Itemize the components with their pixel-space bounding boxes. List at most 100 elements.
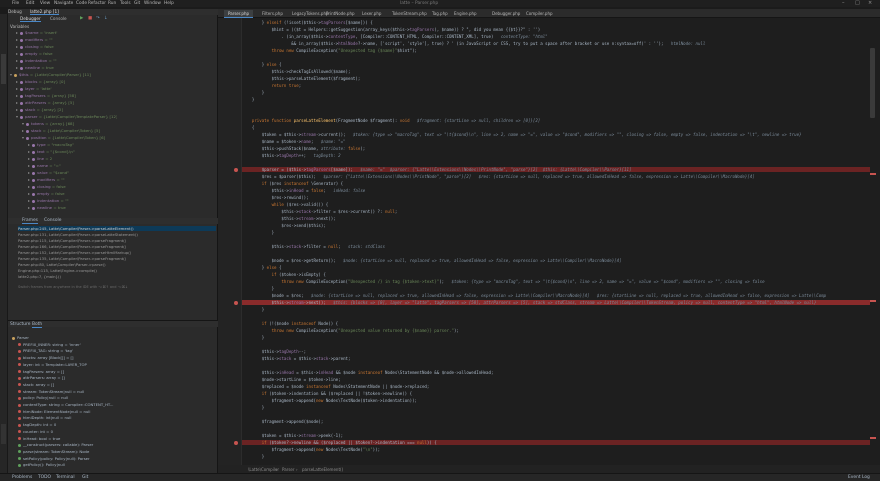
code-line[interactable]: if ($res instanceof \Generator) { bbox=[242, 181, 880, 186]
maximize-icon[interactable]: □ bbox=[855, 0, 860, 6]
code-line[interactable] bbox=[242, 237, 880, 242]
debug-session-tab[interactable]: latte2.php [1] bbox=[30, 9, 59, 15]
breadcrumb-class[interactable]: Parser bbox=[282, 467, 295, 472]
stack-frame-row[interactable]: Parser.php:152, Latte\Compiler\Parser->p… bbox=[18, 250, 216, 255]
variable-row[interactable]: ▸ type = "macroTag" bbox=[28, 142, 74, 148]
editor-tab[interactable]: Tag.php bbox=[428, 10, 452, 18]
breadcrumb-namespace[interactable]: \Latte\Compiler bbox=[248, 467, 279, 472]
structure-item[interactable]: parse(stream: TokenStream): Node bbox=[18, 449, 222, 454]
menu-item-edit[interactable]: Edit bbox=[26, 1, 34, 6]
structure-item[interactable]: policy: Policy|null = null bbox=[18, 395, 222, 400]
code-line[interactable] bbox=[242, 160, 880, 165]
structure-item[interactable]: PREFIX_TAG: string = 'tag' bbox=[18, 348, 222, 353]
code-line[interactable]: throw new CompileException("Unexpected /… bbox=[242, 279, 880, 284]
code-line[interactable]: $node = $res->getReturn(); $node: {start… bbox=[242, 258, 880, 263]
code-line[interactable]: } elseif (!isset($this->tagParsers[$name… bbox=[242, 20, 880, 25]
code-line[interactable]: throw new CompileException("Unexpected t… bbox=[242, 48, 880, 53]
editor-tab[interactable]: Compiler.php bbox=[522, 10, 557, 18]
code-line[interactable]: } bbox=[242, 335, 880, 340]
structure-item[interactable]: counter: int = 0 bbox=[18, 429, 222, 434]
editor-tab[interactable]: TokenStream.php bbox=[388, 10, 431, 18]
code-line[interactable]: } bbox=[242, 90, 880, 95]
code-line[interactable]: $fragment->append($node); bbox=[242, 419, 880, 424]
debug-tool-window-button[interactable] bbox=[1, 54, 6, 84]
code-line[interactable]: $this->inHead = $this->inHead && $node i… bbox=[242, 370, 880, 375]
code-line[interactable]: if (!($node instanceof Node)) { bbox=[242, 321, 880, 326]
stop-icon[interactable]: ■ bbox=[88, 16, 92, 21]
code-line[interactable]: } else { bbox=[242, 62, 880, 67]
structure-item[interactable]: htmlNode: ElementNode|null = null bbox=[18, 409, 222, 414]
code-line[interactable]: $this->stack->filter = null; stack: stdC… bbox=[242, 244, 880, 249]
stack-frame-row[interactable]: Parser.php:131, Latte\Compiler\Parser->p… bbox=[18, 232, 216, 237]
code-line[interactable] bbox=[242, 412, 880, 417]
variable-row[interactable]: ▸ layer = 'latte' bbox=[16, 86, 52, 92]
close-icon[interactable]: × bbox=[868, 0, 872, 6]
structure-item[interactable]: blocks: array [Block[]] = [] bbox=[18, 355, 222, 360]
code-line[interactable]: $this->stack->filter = $res->current() ?… bbox=[242, 209, 880, 214]
code-editor[interactable]: } elseif (!isset($this->tagParsers[$name… bbox=[218, 18, 880, 465]
variable-row[interactable]: ▸ text = "{$cond}\n" bbox=[28, 149, 75, 155]
variable-row[interactable]: ▸ closing = false bbox=[28, 184, 66, 190]
code-line[interactable]: $replaced = $node instanceof Nodes\State… bbox=[242, 384, 880, 389]
structure-item[interactable]: setPolicy(policy: Policy|null): Parser bbox=[18, 456, 222, 461]
variable-row[interactable]: ▸ value = "$cond" bbox=[28, 170, 69, 176]
code-line[interactable]: private function parseLatteElement(Fragm… bbox=[242, 118, 880, 123]
editor-tab[interactable]: PrintNode.php bbox=[322, 10, 359, 18]
stack-frame-row[interactable]: Parser.php:245, Latte\Compiler\Parser->p… bbox=[18, 226, 216, 232]
code-line[interactable] bbox=[242, 426, 880, 431]
code-line[interactable] bbox=[242, 342, 880, 347]
stack-frame-row[interactable]: Parser.php:135, Latte\Compiler\Parser->p… bbox=[18, 256, 216, 261]
code-line[interactable]: $node->startLine = $token->line; bbox=[242, 377, 880, 382]
variable-row[interactable]: ▸ newline = true bbox=[16, 65, 54, 71]
tab-terminal[interactable]: Terminal bbox=[56, 475, 75, 480]
structure-item[interactable]: attrParsers: array = [] bbox=[18, 375, 222, 380]
structure-item[interactable]: htmlDepth: int|null = null bbox=[18, 415, 222, 420]
tab-debugger[interactable]: Debugger bbox=[20, 16, 41, 22]
editor-scrollbar[interactable] bbox=[870, 48, 875, 118]
structure-item[interactable]: Parser bbox=[12, 335, 216, 340]
variable-row[interactable]: ▸ closing = false bbox=[16, 44, 54, 50]
breakpoint-icon[interactable] bbox=[234, 440, 238, 445]
minimize-icon[interactable]: – bbox=[842, 0, 845, 6]
code-line[interactable]: $fragment->append(new Nodes\TextNode($to… bbox=[242, 398, 880, 403]
variable-row[interactable]: ▸ empty = false bbox=[16, 51, 53, 57]
code-line[interactable]: $this->stream->next(); bbox=[242, 216, 880, 221]
structure-item[interactable]: stream: TokenStream|null = null bbox=[18, 389, 222, 394]
breakpoint-icon[interactable] bbox=[234, 167, 238, 172]
stack-frame-row[interactable]: latte2.php:7, {main}() bbox=[18, 274, 216, 279]
tab-frames[interactable]: Frames bbox=[22, 218, 38, 224]
variable-row[interactable]: ▸ blocks = {array} [0] bbox=[16, 79, 65, 85]
error-stripe-mark[interactable] bbox=[870, 173, 876, 175]
error-stripe-mark[interactable] bbox=[870, 300, 876, 302]
code-line[interactable]: { bbox=[242, 125, 880, 130]
variable-row[interactable]: ▸ tagParsers = {array} [58] bbox=[16, 93, 76, 99]
structure-item[interactable]: contentType: string = Compiler::CONTENT_… bbox=[18, 402, 222, 407]
stack-frame-row[interactable]: Parser.php:115, Latte\Compiler\Parser->p… bbox=[18, 238, 216, 243]
menu-item-window[interactable]: Window bbox=[144, 1, 161, 6]
code-line[interactable]: $this->checkTagIsAllowed($name); bbox=[242, 69, 880, 74]
editor-tab[interactable]: Engine.php bbox=[450, 10, 481, 18]
code-line[interactable]: $res->rewind(); bbox=[242, 195, 880, 200]
code-line[interactable]: $node = $res; $node: {startLine => null,… bbox=[242, 293, 880, 298]
menu-item-run[interactable]: Run bbox=[108, 1, 116, 6]
code-line[interactable]: $parser = ($this->tagParsers[$name]); $n… bbox=[218, 167, 870, 173]
code-line[interactable]: } bbox=[242, 454, 880, 459]
structure-item[interactable]: getPolicy(): Policy|null bbox=[18, 462, 222, 467]
code-line[interactable]: } bbox=[242, 405, 880, 410]
structure-item[interactable]: tagDepth: int = 0 bbox=[18, 422, 222, 427]
menu-item-git[interactable]: Git bbox=[134, 1, 140, 6]
editor-tab[interactable]: Debugger.php bbox=[488, 10, 524, 18]
code-line[interactable]: $this->inHead = false; inHead: false bbox=[242, 188, 880, 193]
step-into-icon[interactable]: ↓ bbox=[104, 16, 108, 21]
variable-row[interactable]: ▾ $this = {Latte\Compiler\Parser} [11] bbox=[10, 72, 91, 78]
structure-item[interactable]: PREFIX_INNER: string = 'inner' bbox=[18, 342, 222, 347]
code-line[interactable] bbox=[242, 251, 880, 256]
step-over-icon[interactable]: ↷ bbox=[96, 16, 100, 21]
structure-item[interactable]: layer: int = Template::LAYER_TOP bbox=[18, 362, 222, 367]
resume-icon[interactable]: ▶ bbox=[80, 16, 83, 21]
structure-item[interactable]: stack: array = [] bbox=[18, 382, 222, 387]
structure-item[interactable]: __construct(parsers: callable): Parser bbox=[18, 442, 222, 447]
variable-row[interactable]: ▸ stack = {array} [2] bbox=[16, 107, 63, 113]
event-log-button[interactable]: Event Log bbox=[848, 475, 870, 480]
code-line[interactable]: if ($token->indentation && ($replaced ||… bbox=[242, 391, 880, 396]
